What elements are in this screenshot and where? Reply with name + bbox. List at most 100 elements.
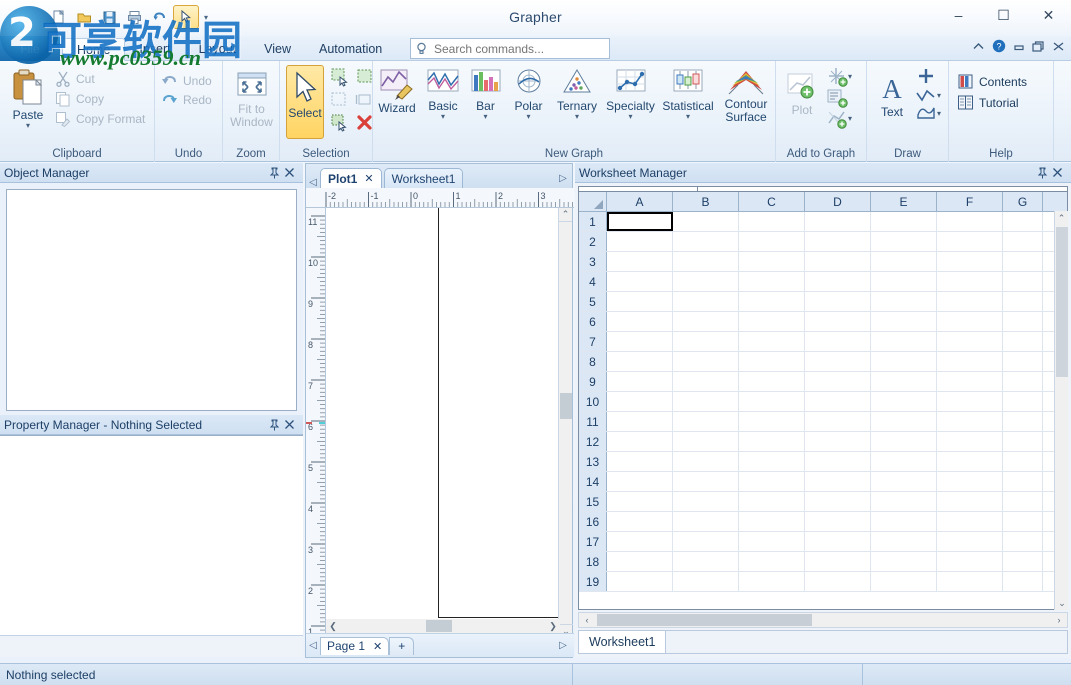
- add-legend-button[interactable]: [826, 87, 852, 108]
- cell-c8[interactable]: [739, 352, 805, 371]
- tab-view[interactable]: View: [250, 36, 305, 61]
- doc-tab-worksheet1[interactable]: Worksheet1: [384, 168, 464, 188]
- worksheet-hscroll-thumb[interactable]: [597, 614, 812, 626]
- select-arrow-icon[interactable]: [173, 5, 199, 29]
- doc-tab-prev-button[interactable]: ◁: [306, 177, 320, 188]
- cell-b19[interactable]: [673, 572, 739, 591]
- cell-e10[interactable]: [871, 392, 937, 411]
- cell-e18[interactable]: [871, 552, 937, 571]
- cell-d7[interactable]: [805, 332, 871, 351]
- cell-b16[interactable]: [673, 512, 739, 531]
- select-all-corner[interactable]: [579, 192, 607, 211]
- plot-canvas[interactable]: [326, 208, 560, 638]
- select-button[interactable]: Select: [286, 65, 324, 139]
- restore-doc-icon[interactable]: [1032, 41, 1045, 52]
- cell-c1[interactable]: [739, 212, 805, 231]
- cell-f6[interactable]: [937, 312, 1003, 331]
- close-doc-icon[interactable]: [1052, 41, 1065, 52]
- cell-f16[interactable]: [937, 512, 1003, 531]
- polygon-button[interactable]: ▾: [915, 104, 941, 122]
- cell-a18[interactable]: [607, 552, 673, 571]
- cell-b6[interactable]: [673, 312, 739, 331]
- cell-c11[interactable]: [739, 412, 805, 431]
- polyline-button[interactable]: ▾: [915, 86, 941, 104]
- cell-a1[interactable]: [607, 212, 673, 231]
- page-tab-next-button[interactable]: ▷: [556, 640, 570, 651]
- cell-g19[interactable]: [1003, 572, 1043, 591]
- maximize-button[interactable]: ☐: [981, 0, 1026, 30]
- cell-a16[interactable]: [607, 512, 673, 531]
- cell-a19[interactable]: [607, 572, 673, 591]
- doc-tab-plot1-close-icon[interactable]: ✕: [364, 172, 373, 185]
- cell-b7[interactable]: [673, 332, 739, 351]
- cell-g13[interactable]: [1003, 452, 1043, 471]
- ternary-caret-icon[interactable]: ▾: [575, 113, 579, 120]
- search-commands-box[interactable]: [410, 38, 610, 59]
- cell-a15[interactable]: [607, 492, 673, 511]
- tab-layout[interactable]: Layout: [185, 36, 251, 61]
- cell-g6[interactable]: [1003, 312, 1043, 331]
- row-header-13[interactable]: 13: [579, 452, 607, 471]
- statistical-caret-icon[interactable]: ▾: [686, 113, 690, 120]
- cell-d6[interactable]: [805, 312, 871, 331]
- tab-insert[interactable]: Insert: [125, 36, 184, 61]
- select-by-type-icon[interactable]: [330, 113, 352, 133]
- page-tab-close-icon[interactable]: ✕: [373, 640, 382, 653]
- cell-e1[interactable]: [871, 212, 937, 231]
- cell-e9[interactable]: [871, 372, 937, 391]
- cell-c17[interactable]: [739, 532, 805, 551]
- cell-d1[interactable]: [805, 212, 871, 231]
- column-header-f[interactable]: F: [937, 192, 1003, 211]
- plot-scroll-up-button[interactable]: ⌃: [559, 208, 572, 222]
- pin-icon[interactable]: [1037, 167, 1052, 179]
- paste-button[interactable]: Paste ▾: [4, 64, 52, 142]
- cell-c16[interactable]: [739, 512, 805, 531]
- specialty-button[interactable]: Specialty ▾: [603, 63, 658, 141]
- row-header-9[interactable]: 9: [579, 372, 607, 391]
- cell-a3[interactable]: [607, 252, 673, 271]
- cell-d19[interactable]: [805, 572, 871, 591]
- cell-b13[interactable]: [673, 452, 739, 471]
- doc-tab-next-button[interactable]: ▷: [556, 173, 570, 184]
- undo-button[interactable]: Undo: [161, 71, 212, 90]
- search-input[interactable]: [432, 41, 597, 57]
- worksheet-grid[interactable]: ABCDEFG 12345678910111213141516171819: [578, 191, 1068, 610]
- copy-format-button[interactable]: Copy Format: [55, 109, 145, 129]
- ternary-button[interactable]: Ternary ▾: [551, 63, 603, 141]
- cell-b18[interactable]: [673, 552, 739, 571]
- cell-g3[interactable]: [1003, 252, 1043, 271]
- add-axis-caret-icon[interactable]: ▾: [848, 73, 852, 80]
- cell-e17[interactable]: [871, 532, 937, 551]
- cell-b10[interactable]: [673, 392, 739, 411]
- bar-caret-icon[interactable]: ▾: [483, 113, 487, 120]
- close-icon[interactable]: [284, 167, 299, 178]
- pin-icon[interactable]: [269, 419, 284, 431]
- cell-c18[interactable]: [739, 552, 805, 571]
- cell-f5[interactable]: [937, 292, 1003, 311]
- cell-b9[interactable]: [673, 372, 739, 391]
- cell-f14[interactable]: [937, 472, 1003, 491]
- close-icon[interactable]: [284, 419, 299, 430]
- worksheet-horizontal-scrollbar[interactable]: ‹ ›: [578, 612, 1068, 628]
- cell-e19[interactable]: [871, 572, 937, 591]
- cell-f13[interactable]: [937, 452, 1003, 471]
- row-header-5[interactable]: 5: [579, 292, 607, 311]
- undo-icon[interactable]: [148, 6, 170, 28]
- row-header-17[interactable]: 17: [579, 532, 607, 551]
- cell-f8[interactable]: [937, 352, 1003, 371]
- minimize-doc-icon[interactable]: [1013, 41, 1025, 51]
- cell-f2[interactable]: [937, 232, 1003, 251]
- cell-f3[interactable]: [937, 252, 1003, 271]
- cell-d12[interactable]: [805, 432, 871, 451]
- row-header-2[interactable]: 2: [579, 232, 607, 251]
- basic-button[interactable]: Basic ▾: [421, 63, 465, 141]
- cell-c2[interactable]: [739, 232, 805, 251]
- cell-f15[interactable]: [937, 492, 1003, 511]
- cell-b17[interactable]: [673, 532, 739, 551]
- cell-e3[interactable]: [871, 252, 937, 271]
- cell-e15[interactable]: [871, 492, 937, 511]
- cell-a2[interactable]: [607, 232, 673, 251]
- row-header-10[interactable]: 10: [579, 392, 607, 411]
- cell-a9[interactable]: [607, 372, 673, 391]
- cell-c12[interactable]: [739, 432, 805, 451]
